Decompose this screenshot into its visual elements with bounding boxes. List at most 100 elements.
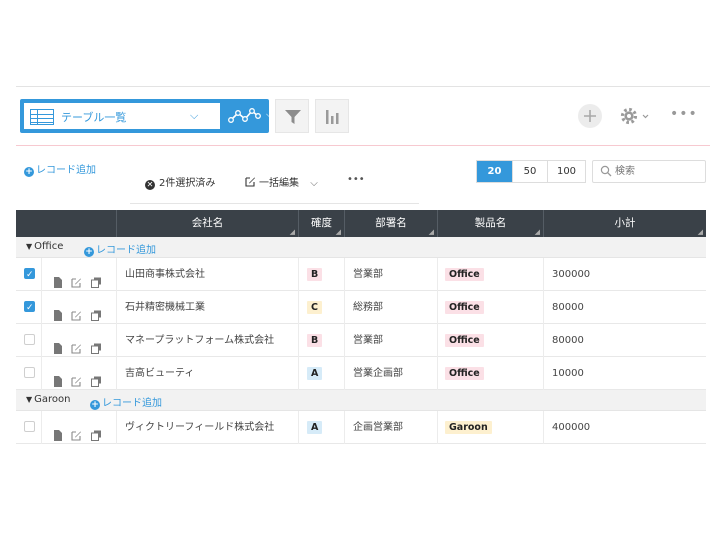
add-record-link[interactable]: + レコード追加 <box>24 161 96 177</box>
graph-icon[interactable] <box>225 104 265 128</box>
table-row: 吉高ビューティ A 営業企画部 Office 10000 <box>16 357 706 390</box>
group-header: ▼ Office + レコード追加 <box>16 237 706 258</box>
resize-handle-icon[interactable]: ◢ <box>535 228 540 236</box>
edit-icon[interactable] <box>71 422 81 441</box>
product-cell: Office <box>438 324 544 357</box>
row-actions-cell <box>16 258 117 292</box>
clear-selection-button[interactable]: ✕ 2件選択済み <box>145 174 215 190</box>
add-record-round-button[interactable] <box>578 104 602 128</box>
product-badge: Office <box>445 267 484 281</box>
row-checkbox[interactable] <box>24 292 35 325</box>
gear-icon[interactable] <box>618 104 654 128</box>
bulk-edit-button[interactable]: 一括編集 ⌵ <box>245 174 318 189</box>
filter-button[interactable] <box>275 99 309 133</box>
page-size-option[interactable]: 50 <box>512 161 547 182</box>
column-header-subtotal[interactable]: 小計 ◢ <box>544 210 706 237</box>
column-header-rank[interactable]: 確度 ◢ <box>299 210 345 237</box>
dept-cell-text: 企画営業部 <box>353 422 403 433</box>
dept-cell: 営業部 <box>345 324 438 357</box>
subtotal-cell-text: 400000 <box>552 422 591 433</box>
company-cell: マネープラットフォーム株式会社 <box>117 324 299 357</box>
row-actions-cell <box>16 411 117 444</box>
more-options-icon[interactable]: ••• <box>670 106 698 122</box>
company-cell-text: 吉高ビューティ <box>125 368 195 379</box>
row-checkbox[interactable] <box>24 421 35 432</box>
search-input[interactable] <box>615 164 703 179</box>
rank-badge: B <box>307 267 323 281</box>
filter-icon <box>285 110 301 124</box>
header-divider <box>16 145 710 146</box>
row-checkbox[interactable] <box>24 259 35 292</box>
group-add-record-link[interactable]: + レコード追加 <box>90 394 162 410</box>
row-checkbox[interactable] <box>24 367 35 378</box>
resize-handle-icon[interactable]: ◢ <box>290 228 295 236</box>
selected-count-label: 2件選択済み <box>159 178 216 189</box>
group-name: Garoon <box>34 394 71 405</box>
document-icon[interactable] <box>53 368 63 387</box>
chevron-down-icon: ⌵ <box>310 178 318 189</box>
column-header-product[interactable]: 製品名 ◢ <box>438 210 544 237</box>
document-icon[interactable] <box>53 335 63 354</box>
row-cell-divider <box>41 258 42 291</box>
dept-cell-text: 総務部 <box>353 302 383 313</box>
copy-icon[interactable] <box>91 422 101 441</box>
rank-cell: B <box>299 258 345 291</box>
subtotal-cell-text: 300000 <box>552 269 591 280</box>
subtotal-cell: 300000 <box>544 258 706 291</box>
document-icon[interactable] <box>53 302 63 321</box>
resize-handle-icon[interactable]: ◢ <box>336 228 341 236</box>
group-add-record-link[interactable]: + レコード追加 <box>84 241 156 257</box>
row-cell-divider <box>41 324 42 357</box>
row-checkbox[interactable] <box>24 334 35 345</box>
subtotal-cell: 80000 <box>544 291 706 324</box>
resize-handle-icon[interactable]: ◢ <box>698 228 703 236</box>
row-cell-divider <box>41 291 42 324</box>
group-add-record-label: レコード追加 <box>102 398 162 409</box>
page-size-option[interactable]: 100 <box>547 161 585 182</box>
copy-icon[interactable] <box>91 368 101 387</box>
group-toggle[interactable]: ▼ Office <box>26 241 63 252</box>
more-actions-icon[interactable]: ••• <box>347 174 365 185</box>
resize-handle-icon[interactable]: ◢ <box>429 228 434 236</box>
caret-down-icon: ▼ <box>26 242 33 251</box>
bulk-edit-label: 一括編集 <box>259 178 299 189</box>
add-record-label: レコード追加 <box>36 165 96 176</box>
copy-icon[interactable] <box>91 269 101 288</box>
product-cell: Garoon <box>438 411 544 444</box>
group-toggle[interactable]: ▼ Garoon <box>26 394 71 405</box>
graph-summary-button[interactable] <box>315 99 349 133</box>
dept-cell-text: 営業企画部 <box>353 368 403 379</box>
copy-icon[interactable] <box>91 302 101 321</box>
table-row: ヴィクトリーフィールド株式会社 A 企画営業部 Garoon 400000 <box>16 411 706 444</box>
subtotal-cell-text: 10000 <box>552 368 584 379</box>
edit-icon[interactable] <box>71 302 81 321</box>
document-icon[interactable] <box>53 269 63 288</box>
graph-chevron-down-icon[interactable]: ⌵ <box>266 108 274 122</box>
document-icon[interactable] <box>53 422 63 441</box>
edit-icon[interactable] <box>71 335 81 354</box>
row-cell-divider <box>41 411 42 444</box>
view-selector[interactable]: テーブル一覧 ⌵ ⌵ <box>20 99 274 133</box>
copy-icon[interactable] <box>91 335 101 354</box>
company-cell: 石井精密機械工業 <box>117 291 299 324</box>
rank-cell: B <box>299 324 345 357</box>
search-box[interactable] <box>592 160 706 183</box>
company-cell: 山田商事株式会社 <box>117 258 299 291</box>
subtotal-cell: 80000 <box>544 324 706 357</box>
page-size-option[interactable]: 20 <box>477 161 512 182</box>
product-badge: Office <box>445 366 484 380</box>
product-badge: Garoon <box>445 420 492 434</box>
subtotal-cell: 10000 <box>544 357 706 390</box>
column-header-dept[interactable]: 部署名 ◢ <box>345 210 438 237</box>
plus-icon <box>584 110 596 122</box>
group-add-record-label: レコード追加 <box>96 245 156 256</box>
company-cell: ヴィクトリーフィールド株式会社 <box>117 411 299 444</box>
edit-icon[interactable] <box>71 368 81 387</box>
subtotal-cell: 400000 <box>544 411 706 444</box>
rank-badge: B <box>307 333 323 347</box>
table-row: マネープラットフォーム株式会社 B 営業部 Office 80000 <box>16 324 706 357</box>
view-dropdown[interactable]: テーブル一覧 ⌵ <box>23 102 221 130</box>
column-header-company[interactable]: 会社名 ◢ <box>117 210 299 237</box>
add-circle-icon: + <box>84 247 94 257</box>
edit-icon[interactable] <box>71 269 81 288</box>
